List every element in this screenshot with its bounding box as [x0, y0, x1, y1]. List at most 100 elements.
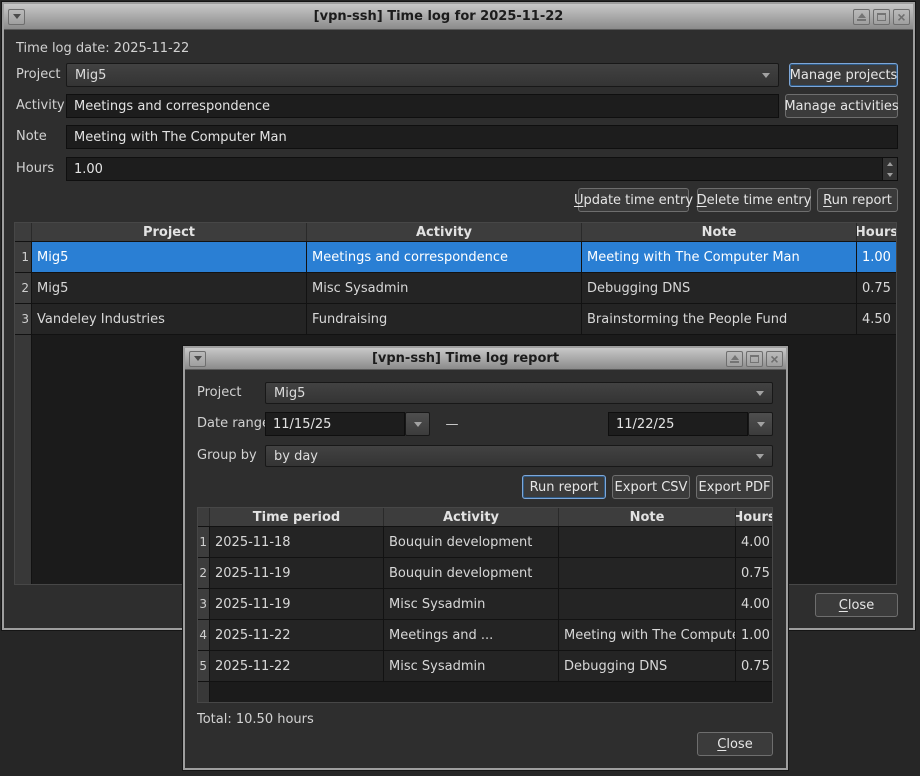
delete-time-entry-button[interactable]: Delete time entry [697, 188, 811, 212]
group-by-combobox[interactable]: by day [265, 445, 773, 467]
chevron-down-icon [756, 454, 764, 459]
note-input[interactable]: Meeting with The Computer Man [66, 125, 898, 149]
row-index: 3 [15, 304, 32, 334]
date-from-value: 11/15/25 [273, 417, 331, 432]
total-hours-text: Total: 10.50 hours [197, 711, 314, 728]
cell-note [559, 589, 736, 619]
shade-button[interactable] [726, 351, 743, 367]
manage-activities-button[interactable]: Manage activities [785, 94, 898, 118]
close-window-button[interactable]: × [893, 9, 910, 25]
cell-hours: 1.00 [736, 620, 772, 650]
chevron-down-icon [757, 422, 765, 427]
activity-input[interactable]: Meetings and correspondence [66, 94, 779, 118]
manage-projects-button[interactable]: Manage projects [789, 63, 898, 87]
close-icon: × [897, 10, 905, 24]
date-range-label: Date range [197, 412, 270, 436]
project-combobox-value: Mig5 [75, 68, 106, 83]
cell-note [559, 558, 736, 588]
button-label: R [823, 193, 831, 208]
main-titlebar[interactable]: [vpn-ssh] Time log for 2025-11-22 × [4, 4, 913, 30]
col-header-project[interactable]: Project [32, 223, 307, 241]
table-row[interactable]: 5 2025-11-22 Misc Sysadmin Debugging DNS… [198, 651, 772, 682]
shade-icon [730, 355, 739, 363]
time-log-date-label: Time log date: 2025-11-22 [16, 40, 189, 57]
hours-spinbox[interactable]: 1.00 [66, 157, 898, 181]
date-from-dropdown-button[interactable] [405, 412, 430, 436]
cell-project: Vandeley Industries [32, 304, 307, 334]
col-header-activity[interactable]: Activity [384, 508, 559, 526]
spin-buttons [882, 158, 897, 180]
project-label: Project [16, 63, 60, 87]
note-input-value: Meeting with The Computer Man [74, 130, 287, 145]
report-project-combobox[interactable]: Mig5 [265, 382, 773, 404]
chevron-down-icon [762, 73, 770, 78]
col-header-note[interactable]: Note [582, 223, 857, 241]
col-header-activity[interactable]: Activity [307, 223, 582, 241]
window-menu-button[interactable] [189, 351, 206, 367]
maximize-icon [877, 13, 886, 21]
table-row[interactable]: 2 2025-11-19 Bouquin development 0.75 [198, 558, 772, 589]
button-label: D [697, 193, 707, 208]
col-header-hours[interactable]: Hours [736, 508, 772, 526]
close-button-report[interactable]: Close [697, 732, 773, 756]
cell-activity: Meetings and ... [384, 620, 559, 650]
cell-project: Mig5 [32, 242, 307, 272]
cell-hours: 0.75 [857, 273, 896, 303]
maximize-button[interactable] [746, 351, 763, 367]
col-header-hours[interactable]: Hours [857, 223, 896, 241]
button-label: Run report [530, 480, 599, 495]
date-from-input[interactable]: 11/15/25 [265, 412, 405, 436]
export-csv-button[interactable]: Export CSV [612, 475, 690, 499]
table-header-row: Project Activity Note Hours [15, 223, 896, 242]
activity-label: Activity [16, 94, 65, 118]
table-row[interactable]: 4 2025-11-22 Meetings and ... Meeting wi… [198, 620, 772, 651]
window-menu-button[interactable] [8, 9, 25, 25]
table-row[interactable]: 3 Vandeley Industries Fundraising Brains… [15, 304, 896, 335]
run-report-button-main[interactable]: Run report [817, 188, 898, 212]
maximize-icon [750, 355, 759, 363]
cell-project: Mig5 [32, 273, 307, 303]
close-button-main[interactable]: Close [815, 593, 898, 617]
maximize-button[interactable] [873, 9, 890, 25]
spin-up-button[interactable] [883, 158, 897, 169]
main-window-title: [vpn-ssh] Time log for 2025-11-22 [27, 9, 850, 24]
report-window: [vpn-ssh] Time log report × Project Mig5… [185, 348, 786, 768]
report-titlebar[interactable]: [vpn-ssh] Time log report × [185, 348, 786, 370]
row-index: 2 [15, 273, 32, 303]
window-menu-icon [194, 356, 202, 361]
table-row[interactable]: 2 Mig5 Misc Sysadmin Debugging DNS 0.75 [15, 273, 896, 304]
col-header-note[interactable]: Note [559, 508, 736, 526]
report-table: Time period Activity Note Hours 1 2025-1… [197, 507, 773, 703]
run-report-button[interactable]: Run report [522, 475, 606, 499]
date-to-dropdown-button[interactable] [748, 412, 773, 436]
export-pdf-button[interactable]: Export PDF [696, 475, 773, 499]
update-time-entry-button[interactable]: Update time entry [578, 188, 689, 212]
table-row[interactable]: 1 2025-11-18 Bouquin development 4.00 [198, 527, 772, 558]
row-index: 1 [15, 242, 32, 272]
row-index: 3 [198, 589, 210, 619]
cell-activity: Bouquin development [384, 558, 559, 588]
cell-note [559, 527, 736, 557]
button-label: C [839, 598, 848, 613]
cell-note: Debugging DNS [559, 651, 736, 681]
date-to-input[interactable]: 11/22/25 [608, 412, 748, 436]
cell-activity: Misc Sysadmin [307, 273, 582, 303]
row-index-strip [198, 682, 210, 702]
cell-note: Meeting with The Computer... [559, 620, 736, 650]
row-index-header [15, 223, 32, 241]
arrow-down-icon [887, 173, 893, 177]
spin-down-button[interactable] [883, 169, 897, 180]
button-label: elete time entry [707, 193, 812, 208]
button-label: Manage activities [784, 99, 898, 114]
table-row[interactable]: 1 Mig5 Meetings and correspondence Meeti… [15, 242, 896, 273]
note-label: Note [16, 125, 47, 149]
col-header-time-period[interactable]: Time period [210, 508, 384, 526]
shade-button[interactable] [853, 9, 870, 25]
shade-icon [857, 13, 866, 21]
close-window-button[interactable]: × [766, 351, 783, 367]
project-combobox[interactable]: Mig5 [66, 63, 779, 87]
table-row[interactable]: 3 2025-11-19 Misc Sysadmin 4.00 [198, 589, 772, 620]
group-by-label: Group by [197, 445, 257, 467]
row-index: 1 [198, 527, 210, 557]
hours-spinbox-value: 1.00 [74, 162, 882, 177]
